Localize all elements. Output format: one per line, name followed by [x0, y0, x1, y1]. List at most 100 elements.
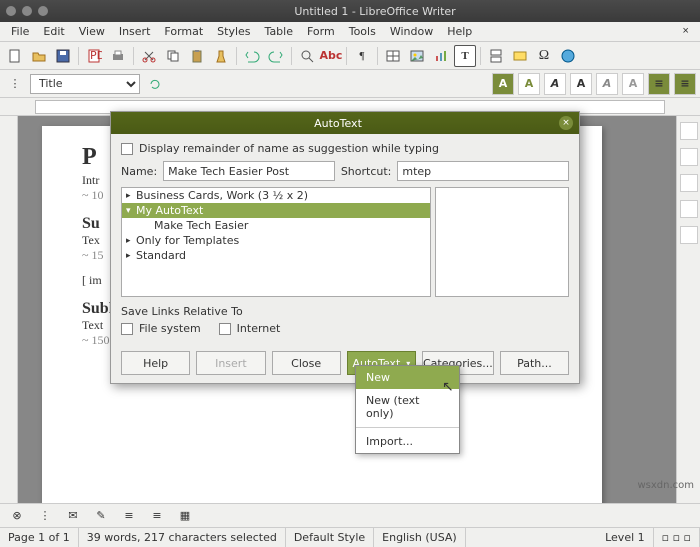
spellcheck-icon[interactable]: Abc — [320, 45, 342, 67]
find-icon[interactable] — [296, 45, 318, 67]
field-icon[interactable] — [509, 45, 531, 67]
find-grip-icon[interactable]: ⋮ — [34, 505, 56, 527]
internet-checkbox[interactable] — [219, 323, 231, 335]
svg-text:PDF: PDF — [90, 49, 102, 62]
new-doc-icon[interactable] — [4, 45, 26, 67]
dialog-close-x[interactable]: × — [675, 24, 696, 40]
help-button[interactable]: Help — [121, 351, 190, 375]
dialog-close-icon[interactable]: × — [559, 116, 573, 130]
menu-help[interactable]: Help — [440, 23, 479, 40]
save-icon[interactable] — [52, 45, 74, 67]
menu-separator — [356, 427, 459, 428]
track-changes-icon[interactable]: ✎ — [90, 505, 112, 527]
indent-inc-icon[interactable]: ≡ — [146, 505, 168, 527]
page-break-icon[interactable] — [485, 45, 507, 67]
update-style-icon[interactable] — [144, 73, 166, 95]
textbox-icon[interactable]: T — [454, 45, 476, 67]
menu-item-new[interactable]: New — [356, 366, 459, 389]
maximize-window-icon[interactable] — [38, 6, 48, 16]
chart-icon[interactable] — [430, 45, 452, 67]
autotext-tree[interactable]: Business Cards, Work (3 ½ x 2) My AutoTe… — [121, 187, 431, 297]
status-style[interactable]: Default Style — [286, 528, 374, 547]
menu-file[interactable]: File — [4, 23, 36, 40]
file-system-checkbox[interactable] — [121, 323, 133, 335]
cut-icon[interactable] — [138, 45, 160, 67]
status-words[interactable]: 39 words, 217 characters selected — [79, 528, 286, 547]
menu-edit[interactable]: Edit — [36, 23, 71, 40]
standard-toolbar: PDF Abc ¶ T Ω — [0, 42, 700, 70]
status-lang[interactable]: English (USA) — [374, 528, 466, 547]
strong-style-icon[interactable]: A — [570, 73, 592, 95]
paste-icon[interactable] — [186, 45, 208, 67]
menu-table[interactable]: Table — [258, 23, 300, 40]
autotext-preview — [435, 187, 569, 297]
source-style-icon[interactable]: A — [622, 73, 644, 95]
name-input[interactable] — [163, 161, 335, 181]
autotext-dialog: AutoText × Display remainder of name as … — [110, 111, 580, 384]
window-titlebar: Untitled 1 - LibreOffice Writer — [0, 0, 700, 22]
tree-item[interactable]: Only for Templates — [122, 233, 430, 248]
hyperlink-icon[interactable] — [557, 45, 579, 67]
table-icon[interactable] — [382, 45, 404, 67]
emphasis-style-icon[interactable]: A — [544, 73, 566, 95]
open-icon[interactable] — [28, 45, 50, 67]
shortcut-input[interactable] — [397, 161, 569, 181]
window-title: Untitled 1 - LibreOffice Writer — [56, 5, 694, 18]
dialog-titlebar[interactable]: AutoText × — [111, 112, 579, 134]
shortcut-label: Shortcut: — [341, 165, 392, 178]
quote-style-icon[interactable]: A — [596, 73, 618, 95]
menu-insert[interactable]: Insert — [112, 23, 158, 40]
sidebar-properties-icon[interactable] — [680, 122, 698, 140]
menu-item-import[interactable]: Import... — [356, 430, 459, 453]
nonprinting-icon[interactable]: ¶ — [351, 45, 373, 67]
paragraph-style-select[interactable]: Title — [30, 74, 140, 94]
tree-item-selected[interactable]: My AutoText — [122, 203, 430, 218]
status-view-icons[interactable]: ▫ ▫ ▫ — [654, 528, 700, 547]
status-page[interactable]: Page 1 of 1 — [0, 528, 79, 547]
menu-form[interactable]: Form — [300, 23, 342, 40]
copy-icon[interactable] — [162, 45, 184, 67]
numlist-style-icon[interactable]: ≡ — [674, 73, 696, 95]
dialog-title: AutoText — [117, 117, 559, 130]
menu-styles[interactable]: Styles — [210, 23, 257, 40]
window-controls[interactable] — [6, 6, 48, 16]
menu-view[interactable]: View — [72, 23, 112, 40]
mail-merge-icon[interactable]: ✉ — [62, 505, 84, 527]
redo-icon[interactable] — [265, 45, 287, 67]
undo-icon[interactable] — [241, 45, 263, 67]
close-button[interactable]: Close — [272, 351, 341, 375]
image-icon[interactable] — [406, 45, 428, 67]
find-close-icon[interactable]: ⊗ — [6, 505, 28, 527]
sidebar-navigator-icon[interactable] — [680, 200, 698, 218]
vertical-ruler[interactable] — [0, 116, 18, 503]
tree-item[interactable]: Standard — [122, 248, 430, 263]
status-level[interactable]: Level 1 — [597, 528, 654, 547]
menu-item-new-text[interactable]: New (text only) — [356, 389, 459, 425]
menu-tools[interactable]: Tools — [342, 23, 383, 40]
columns-icon[interactable]: ▦ — [174, 505, 196, 527]
sidebar-styles-icon[interactable] — [680, 148, 698, 166]
find-toolbar: ⊗ ⋮ ✉ ✎ ≡ ≡ ▦ — [0, 503, 700, 527]
grip-icon[interactable]: ⋮ — [4, 73, 26, 95]
print-icon[interactable] — [107, 45, 129, 67]
tree-item[interactable]: Business Cards, Work (3 ½ x 2) — [122, 188, 430, 203]
export-pdf-icon[interactable]: PDF — [83, 45, 105, 67]
heading2-style-icon[interactable]: A — [518, 73, 540, 95]
formatting-toolbar: ⋮ Title A A A A A A ≡ ≡ — [0, 70, 700, 98]
name-label: Name: — [121, 165, 157, 178]
tree-item-child[interactable]: Make Tech Easier — [122, 218, 430, 233]
close-window-icon[interactable] — [6, 6, 16, 16]
insert-button[interactable]: Insert — [196, 351, 265, 375]
indent-dec-icon[interactable]: ≡ — [118, 505, 140, 527]
special-char-icon[interactable]: Ω — [533, 45, 555, 67]
sidebar-page-icon[interactable] — [680, 226, 698, 244]
path-button[interactable]: Path... — [500, 351, 569, 375]
sidebar-gallery-icon[interactable] — [680, 174, 698, 192]
heading1-style-icon[interactable]: A — [492, 73, 514, 95]
display-remainder-checkbox[interactable] — [121, 143, 133, 155]
menu-format[interactable]: Format — [157, 23, 210, 40]
clone-format-icon[interactable] — [210, 45, 232, 67]
minimize-window-icon[interactable] — [22, 6, 32, 16]
list-style-icon[interactable]: ≡ — [648, 73, 670, 95]
menu-window[interactable]: Window — [383, 23, 440, 40]
